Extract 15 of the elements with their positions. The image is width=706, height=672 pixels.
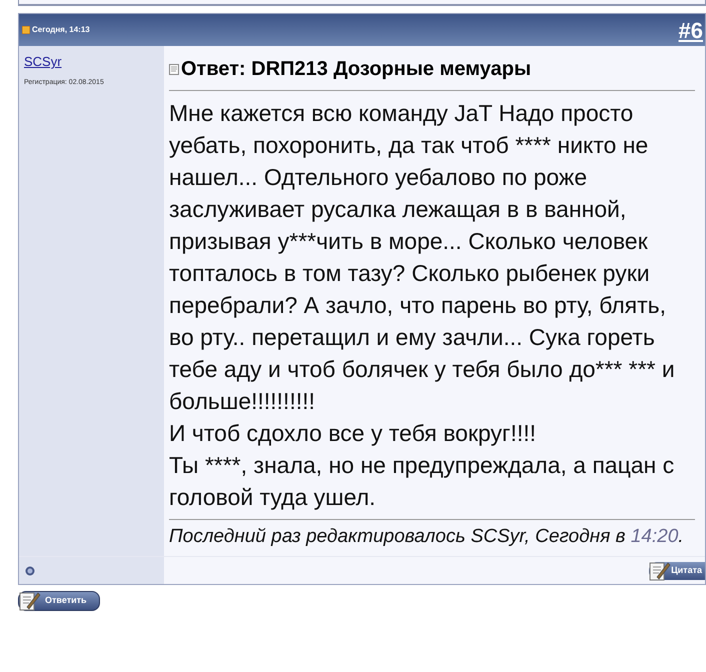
status-icon (25, 566, 35, 576)
edit-note: Последний раз редактировалось SCSyr, Сегодня в 14:20. (169, 525, 685, 549)
pencil-document-icon (19, 591, 41, 611)
pencil-document-icon (649, 560, 672, 580)
reply-button[interactable]: Ответить (18, 591, 100, 611)
post-text: И чтоб сдохло все у тебя вокруг!!!! (169, 419, 538, 448)
post-date: Сегодня, 14:13 (32, 24, 90, 36)
post-title: Ответ: DRП213 Дозорные мемуары (181, 57, 532, 82)
post-number-link[interactable]: #6 (678, 14, 705, 46)
quote-button[interactable]: Цитата (649, 562, 705, 580)
post-icon (22, 26, 30, 34)
post-text: Мне кажется всю команду JaT Надо просто уебать, похоронить, да так чтоб **** никто не нашел... Одтельного уебалово по роже заслуживает русалка лежащая в в ванной, призывая у***чить в море... Сколько человек топталось в том тазу? Сколько рыбенек руки перебрали? А зачло, что парень во рту, блять, во рту.. перетащил и ему зачли... Сука гореть тебе аду и чтоб болячек у тебя было до*** *** и больше!!!!!!!!!! (169, 99, 676, 416)
document-icon (169, 64, 179, 74)
post-text: Ты ****, знала, но не предупреждала, а пацан с головой туда ушел. (169, 451, 676, 512)
author-link[interactable]: SCSyr (24, 52, 159, 72)
